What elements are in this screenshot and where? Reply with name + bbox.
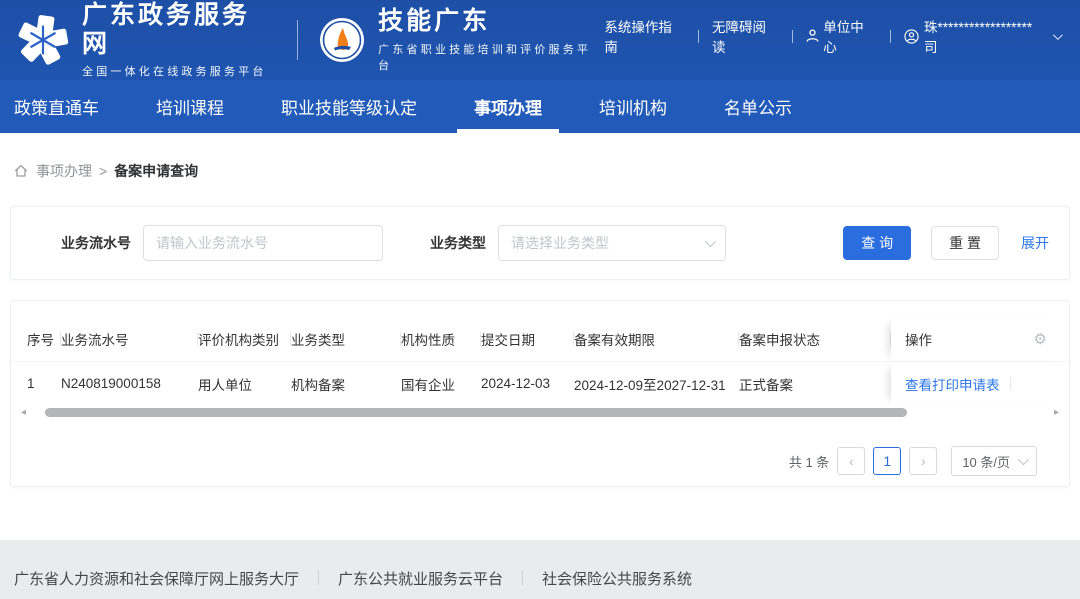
cell-action: 查看打印申请表 [891,362,1069,405]
header-links: 系统操作指南 无障碍阅读 单位中心 珠**************** [604,16,1060,56]
site-footer: 广东省人力资源和社会保障厅网上服务大厅 广东公共就业服务云平台 社会保险公共服务… [0,540,1080,599]
brand-divider [297,20,298,60]
nav-item-matters[interactable]: 事项办理 [474,80,542,133]
view-print-application-link[interactable]: 查看打印申请表 [905,374,1000,394]
gear-icon[interactable]: ⚙ [1034,330,1047,348]
user-menu[interactable]: 珠******************司 [904,16,1060,56]
total-count: 共 1 条 [789,452,829,471]
business-type-label: 业务类型 [430,233,486,253]
home-icon [13,163,29,179]
nav-item-training-orgs[interactable]: 培训机构 [599,80,667,133]
nav-item-skill-certification[interactable]: 职业技能等级认定 [281,80,417,133]
jngd-badge-logo-icon [318,16,366,64]
cell-status: 正式备案 [739,362,891,405]
results-panel: 序号 业务流水号 评价机构类别 业务类型 机构性质 提交日期 备案有效期限 备案… [10,300,1070,487]
business-type-placeholder: 请选择业务类型 [511,233,609,253]
breadcrumb: 事项办理 > 备案申请查询 [13,161,1080,181]
accessibility-link[interactable]: 无障碍阅读 [712,16,779,56]
column-header-status: 备案申报状态 [739,317,891,361]
search-actions: 查 询 重 置 展开 [843,226,1049,260]
action-header-label: 操作 [905,329,932,349]
footer-link-employment-cloud[interactable]: 广东公共就业服务云平台 [338,568,503,589]
column-header-business-type: 业务类型 [291,317,401,361]
link-divider [698,30,699,43]
cell-business-type: 机构备案 [291,362,401,405]
column-header-index: 序号 [11,317,61,361]
platform-tagline: 广东省职业技能培训和评价服务平台 [378,41,604,73]
expand-link[interactable]: 展开 [1021,233,1049,253]
page-size-value: 10 条/页 [962,452,1010,471]
main-nav: 政策直通车 培训课程 职业技能等级认定 事项办理 培训机构 名单公示 [0,80,1080,133]
query-button[interactable]: 查 询 [843,226,911,260]
search-panel: 业务流水号 业务类型 请选择业务类型 查 询 重 置 展开 [10,206,1070,280]
nav-item-policy[interactable]: 政策直通车 [14,80,99,133]
footer-divider [318,571,319,585]
cell-org-nature: 国有企业 [401,362,481,405]
footer-link-hrss-hall[interactable]: 广东省人力资源和社会保障厅网上服务大厅 [14,568,299,589]
unit-center-link[interactable]: 单位中心 [806,16,877,56]
platform-name: 技能广东 [378,7,604,36]
breadcrumb-section[interactable]: 事项办理 [36,161,92,181]
avatar-icon [904,29,919,44]
pagination: 共 1 条 ‹ 1 › 10 条/页 [11,446,1069,476]
column-header-validity: 备案有效期限 [574,317,739,361]
site-header: 广东政务服务网 全国一体化在线政务服务平台 技能广东 广东省职业技能培训和评价服… [0,0,1080,80]
column-header-org-nature: 机构性质 [401,317,481,361]
breadcrumb-separator: > [99,163,107,179]
reset-button[interactable]: 重 置 [931,226,999,260]
site-name: 广东政务服务网 [82,1,277,59]
person-icon [806,29,819,43]
cell-submit-date: 2024-12-03 [481,362,574,405]
scrollbar-thumb[interactable] [45,408,907,417]
cell-index: 1 [11,362,61,405]
horizontal-scrollbar[interactable]: ◂ ▸ [17,406,1063,420]
username: 珠******************司 [924,16,1045,56]
chevron-down-icon [705,236,716,247]
breadcrumb-current: 备案申请查询 [114,161,198,181]
footer-divider [522,571,523,585]
table-header-row: 序号 业务流水号 评价机构类别 业务类型 机构性质 提交日期 备案有效期限 备案… [11,317,1069,361]
business-type-select[interactable]: 请选择业务类型 [498,225,726,261]
action-divider [1010,377,1011,390]
column-header-action: 操作 ⚙ [891,317,1069,361]
gdzw-pinwheel-logo-icon [16,13,70,67]
scroll-right-icon[interactable]: ▸ [1054,407,1059,419]
brand-area: 广东政务服务网 全国一体化在线政务服务平台 技能广东 广东省职业技能培训和评价服… [16,1,604,80]
column-header-org-category: 评价机构类别 [198,317,291,361]
link-divider [890,30,891,43]
scroll-left-icon[interactable]: ◂ [21,407,26,419]
cell-validity: 2024-12-09至2027-12-31 [574,362,739,405]
link-divider [792,30,793,43]
nav-item-courses[interactable]: 培训课程 [156,80,224,133]
serial-number-input[interactable] [143,225,383,261]
serial-number-label: 业务流水号 [61,233,131,253]
site-tagline: 全国一体化在线政务服务平台 [82,63,277,79]
unit-center-label: 单位中心 [823,16,877,56]
nav-item-public-list[interactable]: 名单公示 [724,80,792,133]
current-page-button[interactable]: 1 [873,447,901,475]
chevron-down-icon [1053,30,1063,40]
column-header-serial: 业务流水号 [61,317,198,361]
system-guide-link[interactable]: 系统操作指南 [604,16,685,56]
next-page-button[interactable]: › [909,447,937,475]
chevron-down-icon [1018,454,1029,465]
footer-link-social-insurance[interactable]: 社会保险公共服务系统 [542,568,692,589]
prev-page-button[interactable]: ‹ [837,447,865,475]
page-size-select[interactable]: 10 条/页 [951,446,1037,476]
column-header-submit-date: 提交日期 [481,317,574,361]
cell-serial: N240819000158 [61,362,198,405]
table-row: 1 N240819000158 用人单位 机构备案 国有企业 2024-12-0… [11,361,1069,405]
cell-org-category: 用人单位 [198,362,291,405]
